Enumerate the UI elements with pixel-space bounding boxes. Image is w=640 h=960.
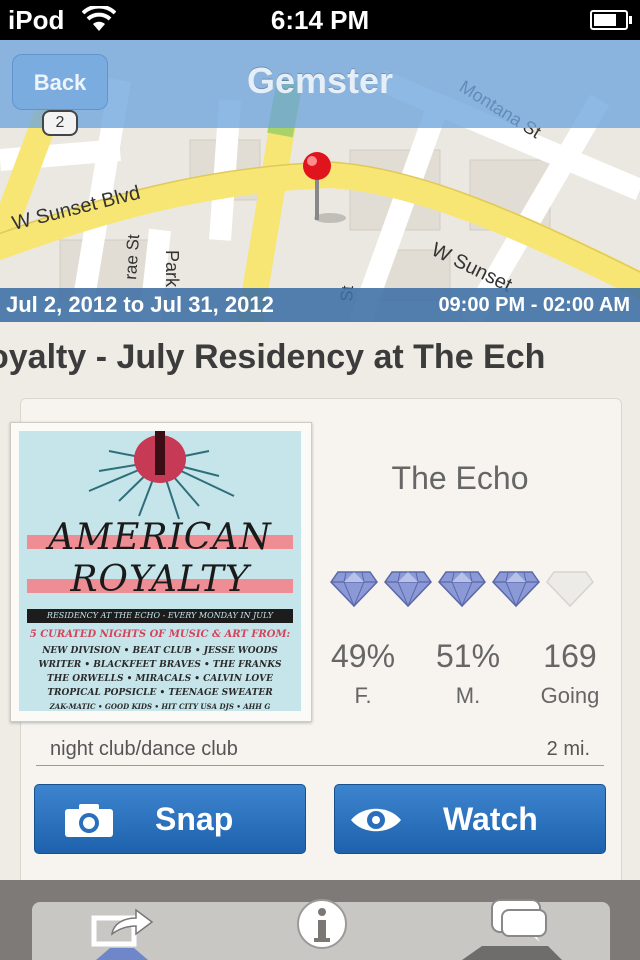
going-label: Going bbox=[540, 683, 600, 708]
route-badge: 2 bbox=[42, 110, 78, 136]
male-percent: 51% bbox=[435, 638, 501, 674]
app-title: Gemster bbox=[246, 60, 394, 101]
camera-icon bbox=[65, 804, 113, 837]
female-label: F. bbox=[354, 683, 372, 708]
gem-icon bbox=[492, 571, 540, 608]
poster-line1: AMERICAN bbox=[48, 517, 272, 558]
gem-icon bbox=[438, 571, 486, 608]
snap-label: Snap bbox=[155, 801, 234, 837]
date-bar: Jul 2, 2012 to Jul 31, 2012 09:00 PM - 0… bbox=[0, 288, 640, 322]
poster-subtitle: 5 CURATED NIGHTS OF MUSIC & ART FROM: bbox=[29, 629, 291, 640]
status-bar: iPod 6:14 PM bbox=[0, 0, 640, 40]
venue-category: night club/dance club bbox=[50, 738, 238, 760]
poster-line2: ROYALTY bbox=[70, 559, 250, 600]
gem-icon bbox=[384, 571, 432, 608]
gem-empty-icon bbox=[546, 571, 594, 608]
category-row: night club/dance club 2 mi. bbox=[36, 735, 604, 766]
info-icon[interactable] bbox=[294, 898, 350, 954]
event-times: 09:00 PM - 02:00 AM bbox=[438, 294, 630, 316]
female-stat: 49% F. bbox=[313, 638, 413, 709]
share-icon[interactable] bbox=[86, 904, 158, 960]
watch-label: Watch bbox=[443, 801, 538, 837]
snap-button[interactable]: Snap bbox=[34, 784, 306, 854]
poster-splash-graphic bbox=[88, 431, 235, 520]
venue-name[interactable]: The Echo bbox=[330, 460, 590, 497]
poster-act-line: ZAK-MATIC • GOOD KIDS • HIT CITY USA DJS… bbox=[49, 702, 271, 711]
rating-gems bbox=[330, 568, 600, 614]
event-poster[interactable]: AMERICAN ROYALTY RESIDENCY AT THE ECHO -… bbox=[10, 422, 312, 722]
male-label: M. bbox=[455, 683, 481, 708]
eye-icon bbox=[351, 808, 401, 832]
going-count: 169 bbox=[543, 638, 597, 674]
poster-residency: RESIDENCY AT THE ECHO - EVERY MONDAY IN … bbox=[27, 609, 293, 623]
event-title: oyalty - July Residency at The Ech bbox=[0, 338, 546, 376]
male-stat: 51% M. bbox=[418, 638, 518, 709]
event-dates: Jul 2, 2012 to Jul 31, 2012 bbox=[6, 292, 274, 317]
watch-button[interactable]: Watch bbox=[334, 784, 606, 854]
venue-distance: 2 mi. bbox=[546, 738, 590, 760]
poster-act-line: TROPICAL POPSICLE • TEENAGE SWEATER bbox=[47, 688, 273, 698]
poster-act-line: NEW DIVISION • BEAT CLUB • JESSE WOODS bbox=[42, 646, 278, 656]
gem-icon bbox=[330, 571, 378, 608]
comment-icon[interactable] bbox=[462, 896, 562, 960]
clock: 6:14 PM bbox=[270, 5, 370, 35]
tab-bar-panel bbox=[32, 899, 610, 960]
map-label: rae St bbox=[121, 233, 143, 280]
battery-icon bbox=[590, 10, 632, 30]
map-label: Park bbox=[162, 250, 182, 288]
going-stat: 169 Going bbox=[520, 638, 620, 709]
female-percent: 49% bbox=[330, 638, 396, 674]
poster-artwork: AMERICAN ROYALTY RESIDENCY AT THE ECHO -… bbox=[19, 431, 301, 711]
poster-act-line: WRITER • BLACKFEET BRAVES • THE FRANKS bbox=[38, 660, 282, 670]
poster-act-line: THE ORWELLS • MIRACALS • CALVIN LOVE bbox=[47, 674, 273, 684]
navigation-bar: Back Gemster 2 bbox=[0, 40, 640, 136]
